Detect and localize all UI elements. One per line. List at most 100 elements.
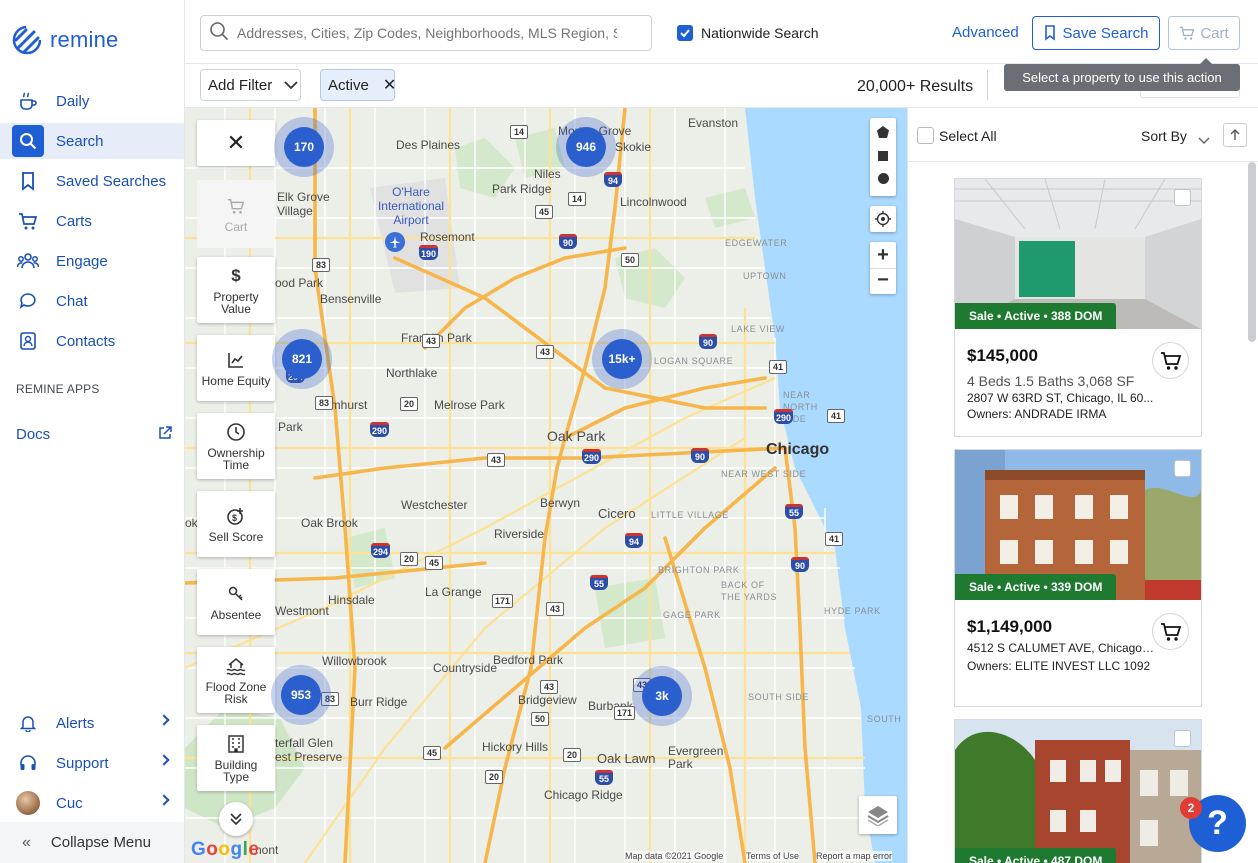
property-price: $1,149,000	[967, 617, 1053, 636]
tool-flood-zone-risk[interactable]: Flood Zone Risk	[197, 647, 275, 713]
map-label-skokie: Skokie	[615, 140, 652, 154]
property-card[interactable]: Sale • Active • 487 DOM	[954, 719, 1202, 863]
sort-direction-button[interactable]	[1223, 123, 1247, 147]
list-scrollbar[interactable]	[1248, 162, 1256, 342]
property-photo[interactable]: Sale • Active • 388 DOM	[955, 179, 1201, 329]
nationwide-search-label[interactable]: Nationwide Search	[701, 25, 819, 41]
select-all-checkbox[interactable]	[917, 127, 934, 144]
nav-contacts[interactable]: Contacts	[0, 323, 184, 359]
tool-sell-score[interactable]: $ Sell Score	[197, 491, 275, 557]
map-cluster-count: 170	[284, 127, 324, 167]
property-photo[interactable]: Sale • Active • 339 DOM	[955, 450, 1201, 600]
tool-ownership-time[interactable]: Ownership Time	[197, 413, 275, 479]
nav-docs[interactable]: Docs	[0, 416, 184, 452]
cart-label: Cart	[1200, 24, 1229, 42]
add-filter-dropdown[interactable]: Add Filter	[200, 69, 301, 101]
expand-tools-button[interactable]	[219, 802, 253, 836]
cart-tooltip: Select a property to use this action	[1004, 58, 1240, 91]
nav-user-profile[interactable]: Cuc	[0, 785, 184, 821]
people-icon	[16, 249, 40, 273]
property-address: 2807 W 63RD ST, Chicago, IL 60...	[967, 391, 1154, 405]
property-photo-image	[955, 720, 1201, 863]
map-cluster-count: 3k	[642, 676, 682, 716]
map-label-berwyn: Berwyn	[540, 496, 581, 510]
property-select-checkbox[interactable]	[1174, 730, 1191, 747]
chevron-right-icon	[158, 754, 170, 766]
draw-circle-icon[interactable]	[877, 172, 890, 190]
property-card[interactable]: Sale • Active • 388 DOM $145,000 4 Beds …	[954, 178, 1202, 437]
nav-search[interactable]: Search	[0, 123, 184, 159]
nationwide-search-checkbox[interactable]	[677, 25, 693, 41]
map-view[interactable]: Des Plaines Skokie Evanston Morton Grove…	[185, 108, 907, 863]
add-to-cart-button[interactable]	[1152, 342, 1189, 379]
zoom-out-button[interactable]: −	[870, 268, 896, 294]
map-label-ood-park: ood Park	[275, 276, 324, 290]
select-all-label[interactable]: Select All	[939, 128, 997, 144]
map-cluster[interactable]: 821	[272, 329, 332, 389]
close-tools-button[interactable]: ✕	[197, 120, 275, 166]
locate-me-button[interactable]	[870, 206, 896, 232]
map-layers-button[interactable]	[859, 796, 897, 834]
highway-shield: 171	[492, 594, 514, 608]
listing-status-badge: Sale • Active • 339 DOM	[955, 574, 1117, 600]
property-price: $145,000	[967, 346, 1038, 365]
map-cluster[interactable]: 946	[556, 117, 616, 177]
map-label-oak-lawn: Oak Lawn	[597, 751, 656, 766]
property-photo[interactable]: Sale • Active • 487 DOM	[955, 720, 1201, 863]
tool-absentee[interactable]: Absentee	[197, 569, 275, 635]
map-cluster[interactable]: 170	[274, 117, 334, 177]
terms-of-use-link[interactable]: Terms of Use	[746, 851, 800, 861]
tool-home-equity[interactable]: Home Equity	[197, 335, 275, 401]
top-bar: Nationwide Search Advanced Save Search C…	[185, 0, 1258, 64]
nav-engage[interactable]: Engage	[0, 243, 184, 279]
nav-saved-searches[interactable]: Saved Searches	[0, 163, 184, 199]
nav-support[interactable]: Support	[0, 745, 184, 781]
remove-filter-icon[interactable]: ✕	[383, 75, 396, 95]
tool-cart[interactable]: Cart	[197, 180, 275, 248]
map-label-evergreen-park: Evergreen Park	[668, 744, 724, 771]
map-cluster[interactable]: 15k+	[592, 329, 652, 389]
svg-text:$: $	[232, 513, 237, 523]
highway-shield: 45	[425, 556, 443, 570]
draw-rectangle-icon[interactable]	[877, 149, 889, 167]
property-card[interactable]: Sale • Active • 339 DOM $1,149,000 4512 …	[954, 449, 1202, 707]
nav-alerts[interactable]: Alerts	[0, 705, 184, 741]
chevron-right-icon	[158, 794, 170, 806]
highway-shield: 20	[400, 552, 418, 566]
cart-button[interactable]: Cart	[1168, 16, 1240, 50]
nav-daily-label: Daily	[56, 92, 90, 110]
property-select-checkbox[interactable]	[1174, 189, 1191, 206]
listing-status-badge: Sale • Active • 487 DOM	[955, 848, 1117, 863]
nav-chat[interactable]: Chat	[0, 283, 184, 319]
nav-docs-label: Docs	[16, 425, 51, 443]
double-chevron-down-icon	[230, 813, 242, 826]
chevron-right-icon	[158, 714, 170, 726]
property-select-checkbox[interactable]	[1174, 460, 1191, 477]
search-box[interactable]	[200, 15, 652, 51]
highway-shield: 290	[582, 449, 602, 464]
remine-logo[interactable]: remine	[12, 22, 118, 58]
advanced-link[interactable]: Advanced	[952, 24, 1019, 41]
tool-building-type[interactable]: Building Type	[197, 725, 275, 791]
highway-shield: 45	[423, 746, 441, 760]
chevron-down-icon[interactable]	[1198, 132, 1210, 150]
report-map-error-link[interactable]: Report a map error	[816, 851, 893, 861]
highway-shield: 171	[614, 706, 636, 720]
save-search-button[interactable]: Save Search	[1032, 16, 1160, 50]
zoom-in-button[interactable]: +	[877, 242, 889, 268]
tool-property-value[interactable]: $ Property Value	[197, 257, 275, 323]
active-filter-pill[interactable]: Active ✕	[320, 69, 396, 101]
map-cluster[interactable]: 3k	[632, 666, 692, 726]
collapse-menu-button[interactable]: « Collapse Menu	[0, 822, 184, 863]
arrow-up-icon	[1230, 129, 1240, 140]
nav-carts[interactable]: Carts	[0, 203, 184, 239]
draw-polygon-icon[interactable]	[876, 125, 890, 144]
highway-shield: 43	[540, 680, 558, 694]
map-cluster[interactable]: 953	[271, 665, 331, 725]
add-to-cart-button[interactable]	[1152, 613, 1189, 650]
nav-daily[interactable]: Daily	[0, 83, 184, 119]
user-name: Cuc	[56, 794, 83, 812]
search-input[interactable]	[237, 25, 617, 41]
sort-by-dropdown[interactable]: Sort By	[1141, 128, 1187, 144]
map-cluster-count: 15k+	[602, 339, 642, 379]
